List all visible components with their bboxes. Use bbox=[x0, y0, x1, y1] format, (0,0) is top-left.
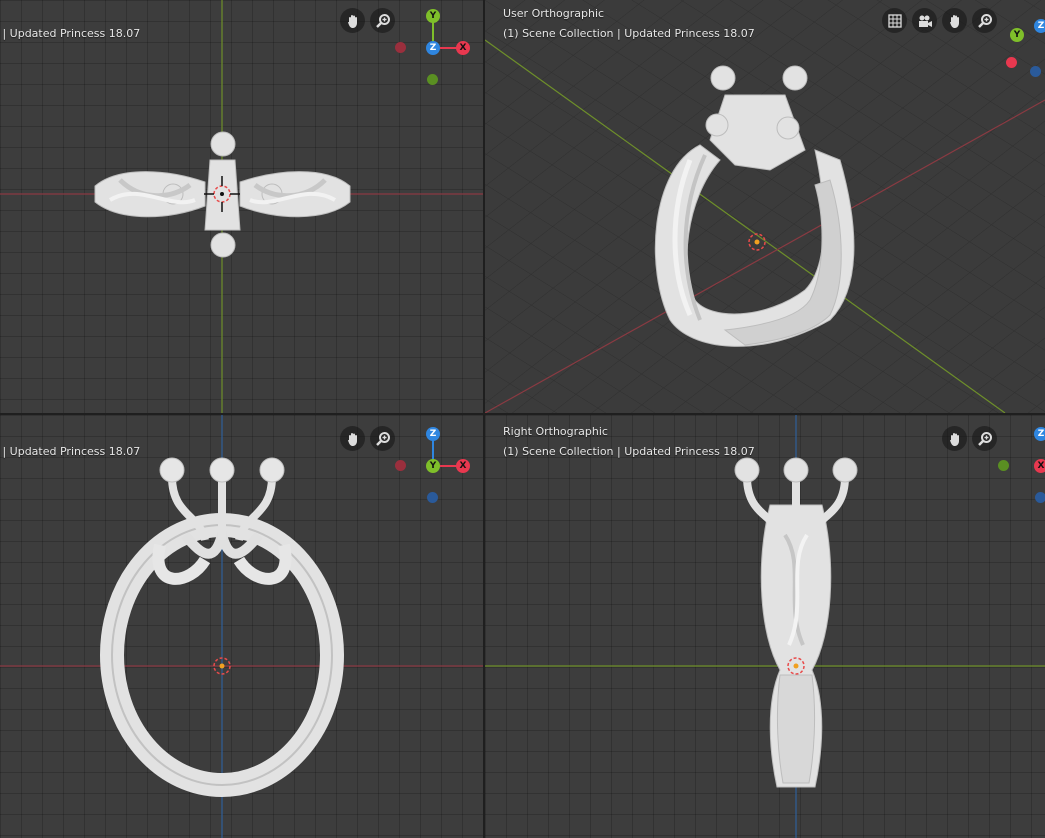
viewport-divider-vertical[interactable] bbox=[483, 0, 485, 838]
magnifier-icon bbox=[375, 13, 390, 28]
gizmo-y-axis[interactable]: Y bbox=[426, 9, 440, 23]
quad-view: n | Updated Princess 18.07 X Y Z User Or… bbox=[0, 0, 1045, 838]
gizmo-neg-x-axis[interactable] bbox=[395, 42, 406, 53]
viewport-collection-label: (1) Scene Collection | Updated Princess … bbox=[503, 27, 755, 40]
viewport-right-ortho[interactable]: Right Orthographic (1) Scene Collection … bbox=[485, 415, 1045, 838]
viewport-collection-label: (1) Scene Collection | Updated Princess … bbox=[503, 445, 755, 458]
viewport-title: User Orthographic bbox=[503, 7, 605, 20]
ring-prongs-front bbox=[159, 457, 285, 483]
hand-icon bbox=[949, 432, 959, 446]
magnifier-icon bbox=[375, 431, 390, 446]
grid-icon bbox=[887, 13, 902, 28]
navigation-gizmo[interactable]: X Y Z bbox=[390, 5, 480, 95]
viewport-top[interactable]: n | Updated Princess 18.07 X Y Z bbox=[0, 0, 483, 413]
viewport-collection-label: n | Updated Princess 18.07 bbox=[0, 27, 141, 40]
pan-button[interactable] bbox=[942, 426, 967, 451]
viewport-title: Right Orthographic bbox=[503, 425, 608, 438]
toggle-grid-button[interactable] bbox=[882, 8, 907, 33]
viewport-right-scene bbox=[485, 415, 1045, 838]
gizmo-x-axis[interactable]: X bbox=[1034, 459, 1045, 473]
navigation-gizmo[interactable]: Y Z bbox=[990, 5, 1045, 95]
gizmo-neg-z-axis[interactable] bbox=[427, 492, 438, 503]
camera-icon bbox=[918, 15, 932, 27]
viewport-divider-horizontal[interactable] bbox=[0, 413, 1045, 415]
gizmo-z-axis[interactable]: Z bbox=[426, 427, 440, 441]
gizmo-z-axis[interactable]: Z bbox=[1034, 19, 1045, 33]
pan-button[interactable] bbox=[340, 426, 365, 451]
navigation-gizmo[interactable]: Z X bbox=[990, 423, 1045, 513]
viewport-user-ortho[interactable]: User Orthographic (1) Scene Collection |… bbox=[485, 0, 1045, 413]
ring-model-side bbox=[734, 457, 858, 788]
viewport-front[interactable]: n | Updated Princess 18.07 X Z Y bbox=[0, 415, 483, 838]
gizmo-neg-z-axis[interactable] bbox=[1030, 66, 1041, 77]
gizmo-z-axis[interactable]: Z bbox=[1034, 427, 1045, 441]
viewport-collection-label: n | Updated Princess 18.07 bbox=[0, 445, 141, 458]
camera-view-button[interactable] bbox=[912, 8, 937, 33]
gizmo-neg-y-axis[interactable] bbox=[998, 460, 1009, 471]
gizmo-y-axis[interactable]: Y bbox=[1010, 28, 1024, 42]
gizmo-y-axis[interactable]: Y bbox=[426, 459, 440, 473]
gizmo-x-axis[interactable]: X bbox=[456, 41, 470, 55]
pan-button[interactable] bbox=[942, 8, 967, 33]
gizmo-x-axis[interactable] bbox=[1006, 57, 1017, 68]
gizmo-neg-y-axis[interactable] bbox=[427, 74, 438, 85]
gizmo-z-axis[interactable]: Z bbox=[426, 41, 440, 55]
gizmo-x-axis[interactable]: X bbox=[456, 459, 470, 473]
navigation-gizmo[interactable]: X Z Y bbox=[390, 423, 480, 513]
hand-icon bbox=[949, 14, 959, 28]
gizmo-neg-x-axis[interactable] bbox=[395, 460, 406, 471]
gizmo-neg-z-axis[interactable] bbox=[1035, 492, 1045, 503]
viewport-user-scene bbox=[485, 0, 1045, 413]
pan-button[interactable] bbox=[340, 8, 365, 33]
hand-icon bbox=[347, 14, 357, 28]
hand-icon bbox=[347, 432, 357, 446]
